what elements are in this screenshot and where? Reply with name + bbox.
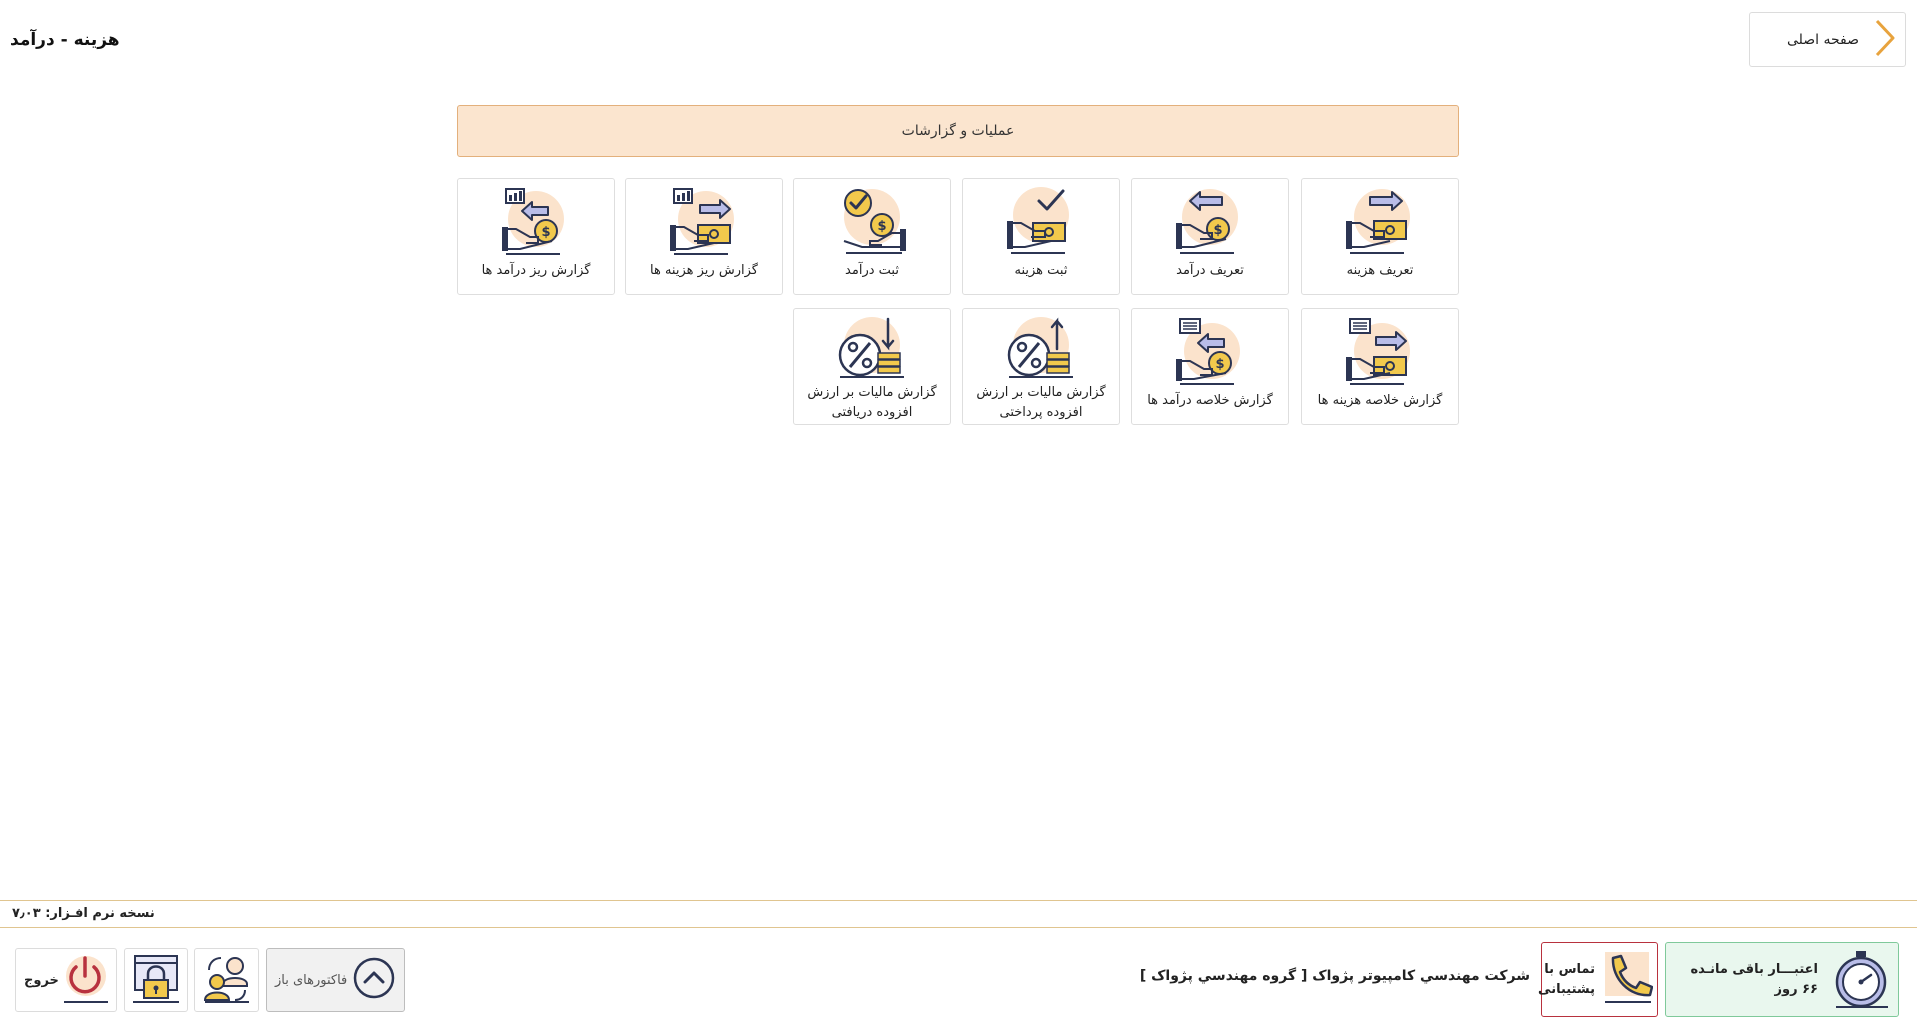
stopwatch-icon (1830, 947, 1892, 1013)
footer-bar: نسخه نرم افـزار: ۷٫۰۳ (0, 900, 1917, 928)
contact-support-line2: پشتیبانی (1538, 981, 1595, 997)
page-title: هزینه - درآمد (10, 30, 120, 50)
company-name: شرکت مهندسي کامپيوتر پژواک [ گروه مهندسي… (1139, 968, 1530, 984)
tile-define-expense[interactable]: تعریف هزینه (1301, 178, 1459, 295)
exit-label: خروج (24, 972, 59, 988)
tile-label: گزارش مالیات بر ارزش افزوده پرداختی (976, 385, 1106, 420)
tile-label: ثبت هزینه (1014, 263, 1068, 278)
home-button[interactable]: صفحه اصلی (1749, 12, 1906, 67)
lock-icon (131, 952, 181, 1008)
tile-register-expense[interactable]: ثبت هزینه (962, 178, 1120, 295)
tile-define-income[interactable]: $ تعریف درآمد (1131, 178, 1289, 295)
software-version: نسخه نرم افـزار: ۷٫۰۳ (12, 906, 155, 921)
tile-label: ثبت درآمد (845, 263, 899, 278)
contact-support-button[interactable]: تماس با پشتیبانی (1538, 942, 1658, 1017)
lock-screen-button[interactable] (124, 948, 188, 1012)
tile-expense-summary-report[interactable]: گزارش خلاصه هزینه ها (1301, 308, 1459, 425)
credit-remaining-panel: اعتبـــار باقی مانـده ۶۶ روز (1665, 942, 1899, 1017)
tile-label: گزارش خلاصه درآمد ها (1147, 393, 1273, 408)
section-header: عملیات و گزارشات (457, 105, 1459, 157)
tile-register-income[interactable]: $ ثبت درآمد (793, 178, 951, 295)
tile-vat-received-report[interactable]: گزارش مالیات بر ارزش افزوده دریافتی (793, 308, 951, 425)
switch-user-icon (201, 952, 253, 1008)
home-button-label: صفحه اصلی (1786, 31, 1859, 48)
tile-vat-paid-report[interactable]: گزارش مالیات بر ارزش افزوده پرداختی (962, 308, 1120, 425)
tile-label: گزارش ریز هزینه ها (650, 263, 758, 278)
chevron-up-circle-icon (352, 956, 396, 1004)
exit-button[interactable]: خروج (15, 948, 117, 1012)
tile-label: گزارش مالیات بر ارزش افزوده دریافتی (807, 385, 937, 420)
tile-label: گزارش ریز درآمد ها (481, 263, 591, 278)
svg-text:$: $ (877, 219, 886, 234)
switch-user-button[interactable] (194, 948, 259, 1012)
tile-expense-detail-report[interactable]: گزارش ریز هزینه ها (625, 178, 783, 295)
phone-icon (1601, 950, 1654, 1010)
define-income-icon: $ (1174, 179, 1246, 261)
tile-label: تعریف درآمد (1176, 263, 1244, 278)
tile-income-detail-report[interactable]: $ گزارش ریز درآمد ها (457, 178, 615, 295)
contact-support-text: تماس با پشتیبانی (1538, 960, 1595, 1000)
expense-summary-report-icon (1344, 309, 1416, 391)
svg-text:$: $ (1215, 357, 1224, 372)
income-summary-report-icon: $ (1174, 309, 1246, 391)
chevron-right-icon (1873, 18, 1897, 62)
vat-paid-report-icon (1005, 309, 1077, 383)
tile-label: تعریف هزینه (1346, 263, 1414, 278)
svg-text:$: $ (541, 225, 550, 240)
tile-income-summary-report[interactable]: $ گزارش خلاصه درآمد ها (1131, 308, 1289, 425)
credit-remaining-days: ۶۶ روز (1774, 981, 1818, 997)
open-invoices-label: فاکتورهای باز (275, 972, 348, 988)
open-invoices-button[interactable]: فاکتورهای باز (266, 948, 405, 1012)
register-expense-icon (1005, 179, 1077, 261)
tile-label: گزارش خلاصه هزینه ها (1317, 393, 1443, 408)
power-icon (60, 952, 110, 1008)
expense-detail-report-icon (668, 179, 740, 261)
svg-text:$: $ (1213, 223, 1222, 238)
define-expense-icon (1344, 179, 1416, 261)
register-income-icon: $ (836, 179, 908, 261)
vat-received-report-icon (836, 309, 908, 383)
credit-remaining-label: اعتبـــار باقی مانـده (1690, 961, 1818, 977)
credit-remaining-text: اعتبـــار باقی مانـده ۶۶ روز (1690, 960, 1818, 1000)
income-detail-report-icon: $ (500, 179, 572, 261)
contact-support-line1: تماس با (1544, 961, 1595, 977)
